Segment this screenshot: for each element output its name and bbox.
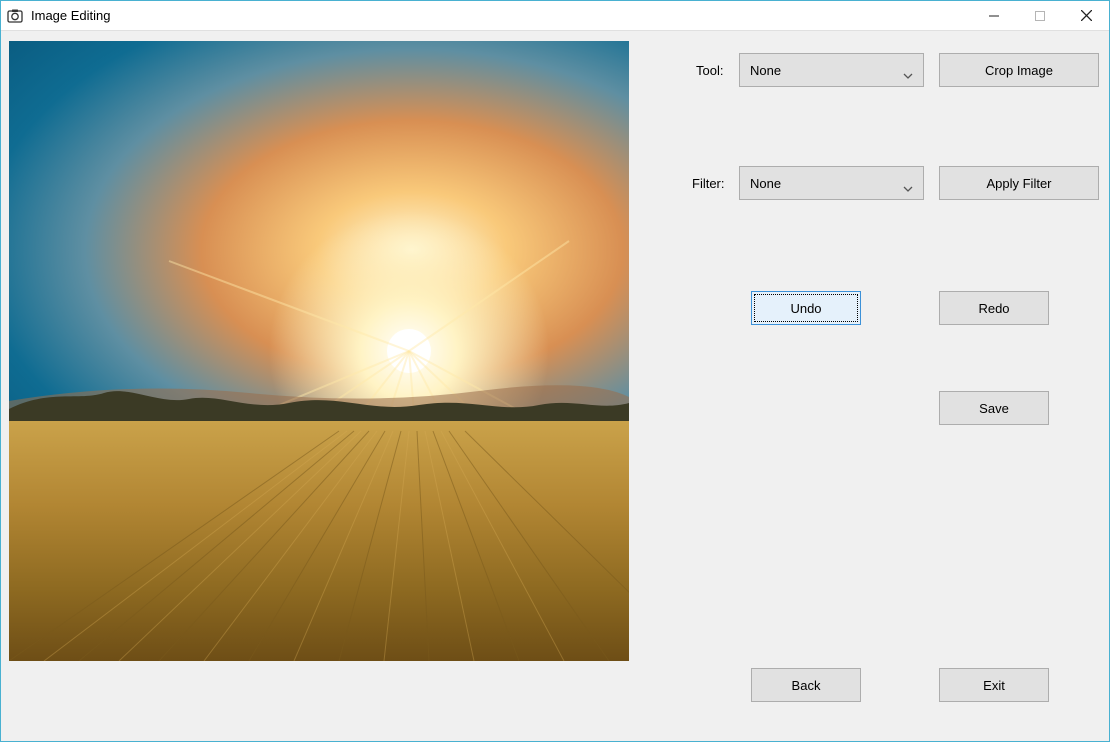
filter-label: Filter: — [692, 176, 725, 191]
filter-dropdown[interactable]: None — [739, 166, 924, 200]
crop-image-label: Crop Image — [985, 63, 1053, 78]
app-icon — [7, 8, 23, 24]
redo-button[interactable]: Redo — [939, 291, 1049, 325]
undo-button[interactable]: Undo — [751, 291, 861, 325]
close-button[interactable] — [1063, 1, 1109, 30]
back-button[interactable]: Back — [751, 668, 861, 702]
client-area: Tool: None Crop Image Filter: None Apply… — [1, 31, 1109, 741]
crop-image-button[interactable]: Crop Image — [939, 53, 1099, 87]
window-controls — [971, 1, 1109, 30]
exit-label: Exit — [983, 678, 1005, 693]
chevron-down-icon — [903, 180, 913, 186]
exit-button[interactable]: Exit — [939, 668, 1049, 702]
undo-label: Undo — [790, 301, 821, 316]
redo-label: Redo — [978, 301, 1009, 316]
image-preview — [9, 41, 629, 661]
tool-dropdown-value: None — [750, 63, 903, 78]
titlebar: Image Editing — [1, 1, 1109, 31]
back-label: Back — [792, 678, 821, 693]
maximize-button[interactable] — [1017, 1, 1063, 30]
filter-dropdown-value: None — [750, 176, 903, 191]
apply-filter-button[interactable]: Apply Filter — [939, 166, 1099, 200]
apply-filter-label: Apply Filter — [986, 176, 1051, 191]
save-button[interactable]: Save — [939, 391, 1049, 425]
chevron-down-icon — [903, 67, 913, 73]
tool-dropdown[interactable]: None — [739, 53, 924, 87]
tool-label: Tool: — [696, 63, 723, 78]
app-window: Image Editing — [0, 0, 1110, 742]
minimize-button[interactable] — [971, 1, 1017, 30]
save-label: Save — [979, 401, 1009, 416]
window-title: Image Editing — [31, 8, 111, 23]
